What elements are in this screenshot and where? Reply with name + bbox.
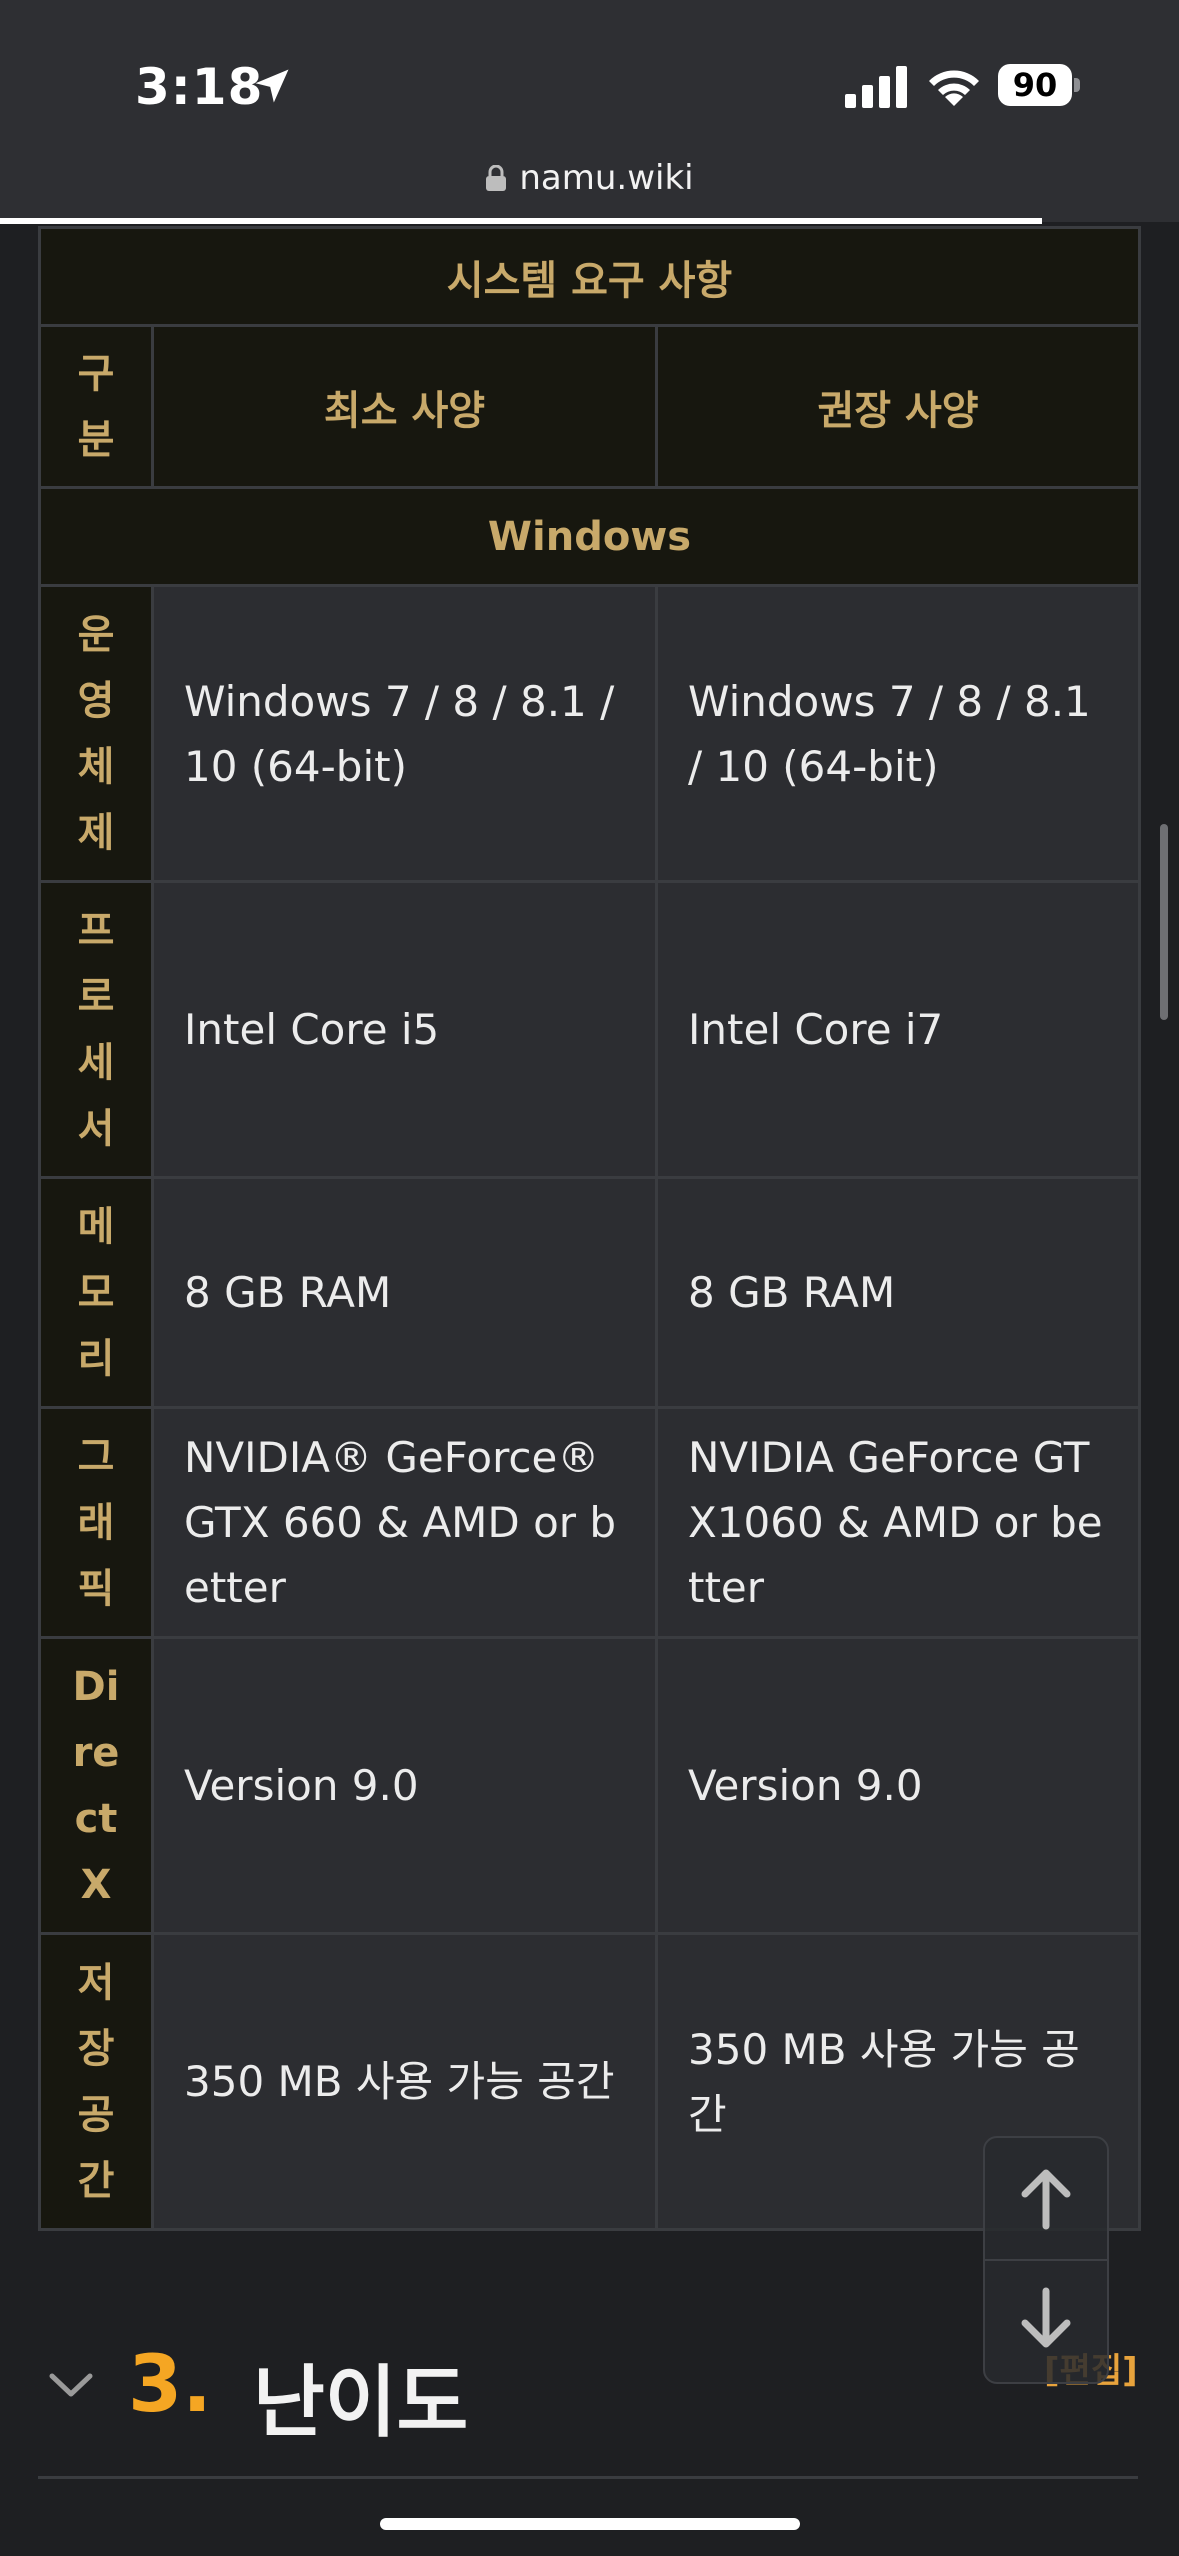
graphics-rec-value: NVIDIA GeForce GTX1060 & AMD or better — [654, 1406, 1142, 1639]
url-bar[interactable]: namu.wiki — [0, 158, 1179, 198]
home-indicator[interactable] — [380, 2518, 800, 2530]
directx-rec-value: Version 9.0 — [654, 1636, 1142, 1935]
table-row: 운영체제 Windows 7 / 8 / 8.1 / 10 (64-bit) W… — [38, 584, 1142, 883]
page-load-progress — [0, 218, 1042, 224]
system-requirements-table: 시스템 요구 사항 구분 최소 사양 권장 사양 Windows 운영체제 Wi… — [37, 226, 1142, 2231]
arrow-up-icon — [1021, 2169, 1071, 2230]
min-spec-header: 최소 사양 — [151, 324, 658, 489]
storage-min-value: 350 MB 사용 가능 공간 — [151, 1932, 658, 2231]
section-divider — [38, 2476, 1138, 2479]
graphics-min-value: NVIDIA® GeForce® GTX 660 & AMD or better — [151, 1406, 658, 1639]
os-min-value: Windows 7 / 8 / 8.1 / 10 (64-bit) — [151, 584, 658, 883]
location-arrow-icon — [255, 69, 289, 103]
row-label-storage: 저장공간 — [38, 1932, 154, 2231]
table-row: Di re ct X Version 9.0 Version 9.0 — [38, 1636, 1142, 1935]
scroll-top-button[interactable] — [985, 2138, 1107, 2259]
directx-min-value: Version 9.0 — [151, 1636, 658, 1935]
scroll-bottom-button[interactable] — [985, 2261, 1107, 2382]
table-row: 그래픽 NVIDIA® GeForce® GTX 660 & AMD or be… — [38, 1406, 1142, 1639]
table-row: 저장공간 350 MB 사용 가능 공간 350 MB 사용 가능 공간 — [38, 1932, 1142, 2231]
lock-icon — [486, 165, 507, 191]
battery-icon: 90 — [998, 64, 1080, 108]
wifi-icon — [929, 70, 979, 106]
table-row: 프로세서 Intel Core i5 Intel Core i7 — [38, 880, 1142, 1179]
arrow-down-icon — [1021, 2287, 1071, 2348]
section-title: 난이도 — [253, 2358, 469, 2448]
row-label-os: 운영체제 — [38, 584, 154, 883]
os-rec-value: Windows 7 / 8 / 8.1 / 10 (64-bit) — [654, 584, 1142, 883]
scroll-controls — [983, 2136, 1109, 2384]
column-label-category: 구분 — [38, 324, 154, 489]
row-label-memory: 메모리 — [38, 1176, 154, 1409]
browser-top-bar: 3:18 90 namu.wiki — [0, 0, 1179, 224]
section-number: 3. — [128, 2340, 212, 2430]
page-scrollbar[interactable] — [1160, 824, 1168, 1020]
signal-icon — [845, 66, 907, 108]
processor-rec-value: Intel Core i7 — [654, 880, 1142, 1179]
recommended-spec-header: 권장 사양 — [654, 324, 1142, 489]
processor-min-value: Intel Core i5 — [151, 880, 658, 1179]
battery-level: 90 — [1012, 66, 1058, 104]
memory-min-value: 8 GB RAM — [151, 1176, 658, 1409]
memory-rec-value: 8 GB RAM — [654, 1176, 1142, 1409]
row-label-directx: Di re ct X — [38, 1636, 154, 1935]
section-heading-difficulty[interactable]: 3. 난이도 — [38, 2340, 1138, 2448]
platform-header: Windows — [37, 486, 1142, 587]
row-label-graphics: 그래픽 — [38, 1406, 154, 1639]
table-row: 메모리 8 GB RAM 8 GB RAM — [38, 1176, 1142, 1409]
row-label-processor: 프로세서 — [38, 880, 154, 1179]
url-text: namu.wiki — [519, 158, 694, 198]
table-title: 시스템 요구 사항 — [37, 226, 1142, 327]
status-time: 3:18 — [135, 58, 264, 116]
chevron-down-icon[interactable] — [48, 2370, 94, 2400]
